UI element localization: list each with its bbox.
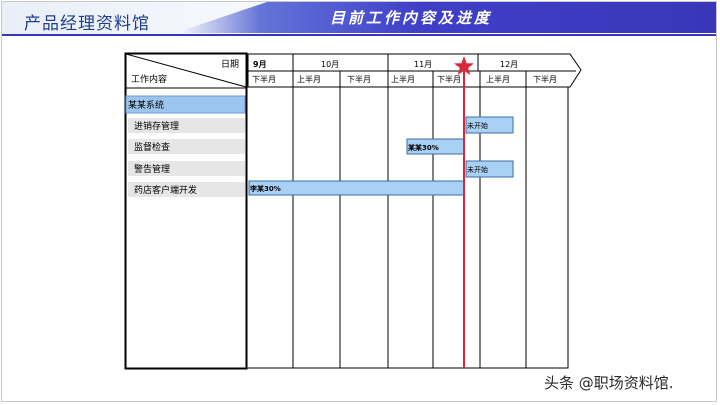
half-label: 下半月 <box>437 74 461 84</box>
half-label: 下半月 <box>252 74 276 84</box>
task-label: 监督检查 <box>134 141 170 153</box>
month-label: 10月 <box>321 60 339 69</box>
month-label: 12月 <box>500 60 518 69</box>
task-label: 进销存管理 <box>134 120 179 132</box>
task-label: 警告管理 <box>134 163 170 175</box>
corner-top-label: 日期 <box>221 59 239 70</box>
task-label: 药店客户端开发 <box>134 184 197 196</box>
task-bar <box>248 180 465 196</box>
half-label: 下半月 <box>347 74 371 84</box>
half-label: 上半月 <box>391 74 415 84</box>
task-bar-label: 未开始 <box>467 121 488 130</box>
half-label: 下半月 <box>533 74 557 84</box>
half-label: 上半月 <box>297 74 321 84</box>
month-label: 11月 <box>414 60 432 69</box>
task-bar-label: 李某30% <box>249 184 281 193</box>
task-bar-label: 某某30% <box>407 143 439 152</box>
month-label: 9月 <box>253 60 267 69</box>
group-label: 某某系统 <box>128 99 164 111</box>
half-label: 上半月 <box>486 74 510 84</box>
timeline-body-box <box>246 86 569 369</box>
gantt-table: 日期 工作内容 9月 10月 11月 12月 下半月 上半月 下半月 上半月 下… <box>124 52 582 370</box>
corner-bottom-label: 工作内容 <box>131 73 167 85</box>
task-bar-label: 未开始 <box>467 165 488 174</box>
watermark: 头条 @职场资料馆. <box>544 374 674 392</box>
